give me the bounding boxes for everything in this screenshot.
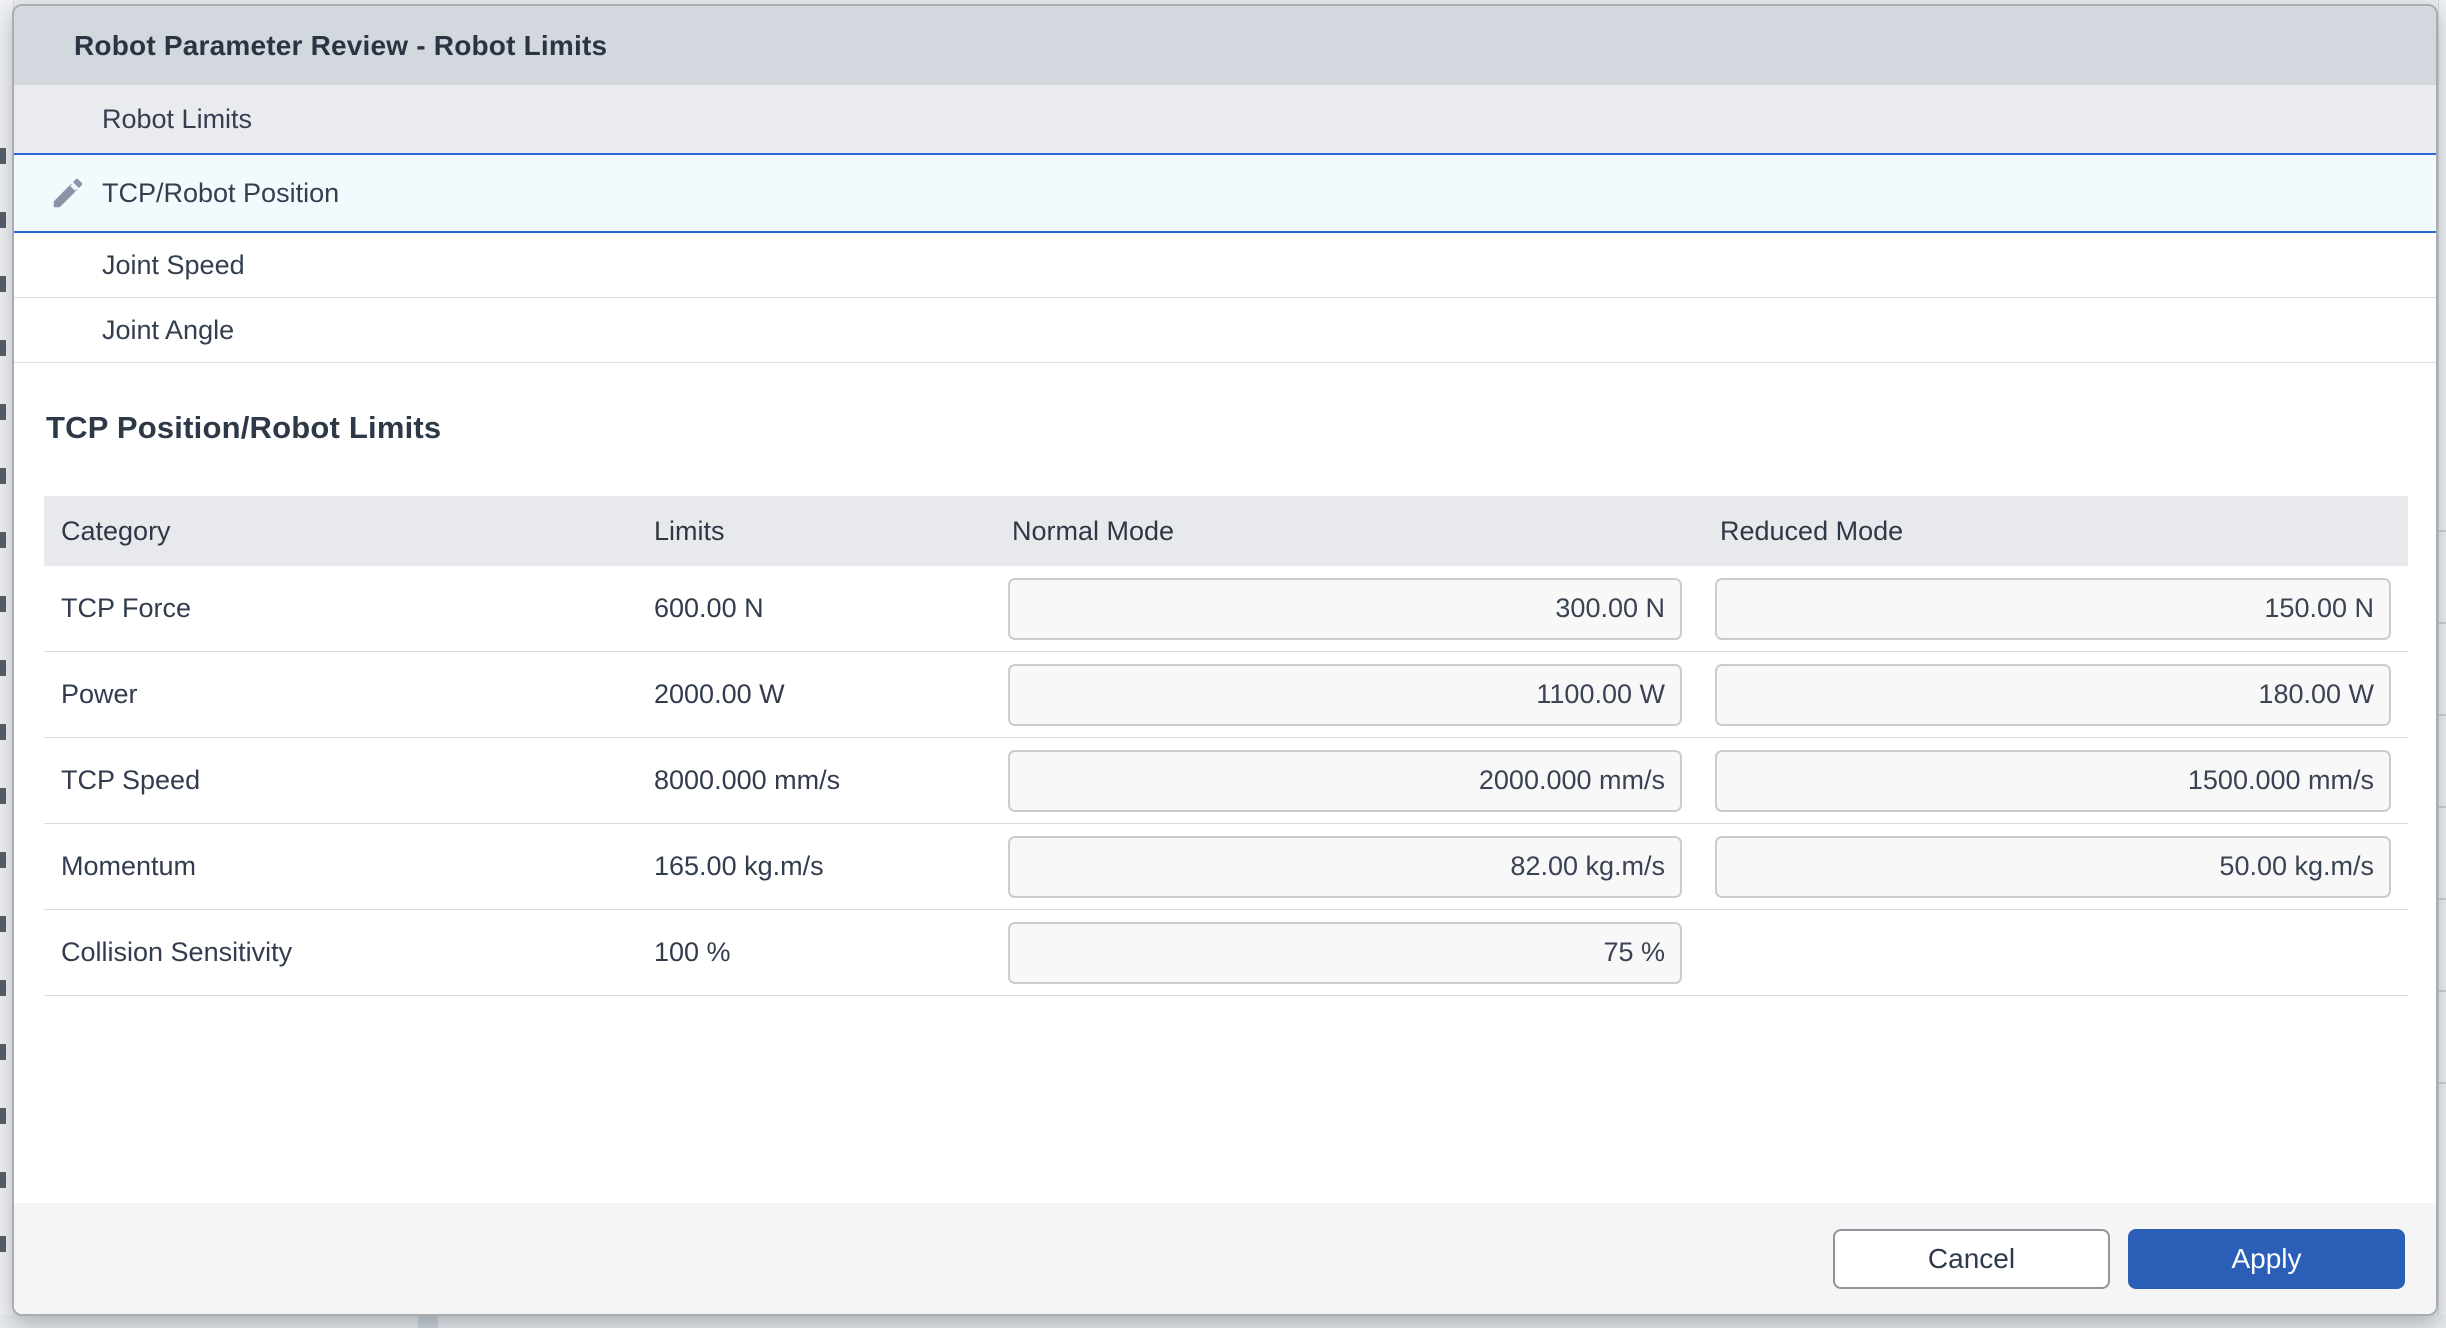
parameter-nav-list: Robot Limits TCP/Robot Position Joint Sp… bbox=[14, 85, 2436, 363]
section-heading: TCP Position/Robot Limits bbox=[46, 410, 441, 446]
category-label: TCP Speed bbox=[44, 765, 654, 796]
col-header-limits: Limits bbox=[654, 516, 1008, 547]
tcp-speed-normal-input[interactable] bbox=[1008, 750, 1682, 812]
limit-value: 2000.00 W bbox=[654, 679, 1008, 710]
occluded-background-bottom bbox=[0, 1315, 2446, 1328]
nav-item-joint-speed[interactable]: Joint Speed bbox=[14, 233, 2436, 298]
nav-item-label: Joint Speed bbox=[102, 250, 245, 281]
background-scrollbar-thumb[interactable] bbox=[418, 1316, 438, 1328]
occluded-background-text-fragments bbox=[0, 100, 6, 1280]
limit-value: 165.00 kg.m/s bbox=[654, 851, 1008, 882]
category-label: Momentum bbox=[44, 851, 654, 882]
category-label: Power bbox=[44, 679, 654, 710]
momentum-normal-input[interactable] bbox=[1008, 836, 1682, 898]
nav-item-robot-limits[interactable]: Robot Limits bbox=[14, 85, 2436, 153]
pencil-icon bbox=[48, 173, 88, 213]
table-row-power: Power 2000.00 W bbox=[44, 652, 2408, 738]
limits-table: Category Limits Normal Mode Reduced Mode… bbox=[44, 496, 2408, 996]
nav-item-label: Joint Angle bbox=[102, 315, 234, 346]
col-header-category: Category bbox=[44, 516, 654, 547]
table-row-collision-sensitivity: Collision Sensitivity 100 % bbox=[44, 910, 2408, 996]
category-label: TCP Force bbox=[44, 593, 654, 624]
nav-item-joint-angle[interactable]: Joint Angle bbox=[14, 298, 2436, 363]
dialog-footer: Cancel Apply bbox=[14, 1203, 2436, 1314]
tcp-speed-reduced-input[interactable] bbox=[1715, 750, 2391, 812]
limit-value: 8000.000 mm/s bbox=[654, 765, 1008, 796]
table-row-tcp-speed: TCP Speed 8000.000 mm/s bbox=[44, 738, 2408, 824]
table-row-momentum: Momentum 165.00 kg.m/s bbox=[44, 824, 2408, 910]
tcp-force-reduced-input[interactable] bbox=[1715, 578, 2391, 640]
col-header-reduced-mode: Reduced Mode bbox=[1715, 516, 2391, 547]
dialog-titlebar: Robot Parameter Review - Robot Limits bbox=[14, 6, 2436, 85]
limit-value: 600.00 N bbox=[654, 593, 1008, 624]
collision-sensitivity-normal-input[interactable] bbox=[1008, 922, 1682, 984]
apply-button[interactable]: Apply bbox=[2128, 1229, 2405, 1289]
nav-item-label: Robot Limits bbox=[102, 104, 252, 135]
table-row-tcp-force: TCP Force 600.00 N bbox=[44, 566, 2408, 652]
momentum-reduced-input[interactable] bbox=[1715, 836, 2391, 898]
power-reduced-input[interactable] bbox=[1715, 664, 2391, 726]
limit-value: 100 % bbox=[654, 937, 1008, 968]
robot-parameter-review-dialog: Robot Parameter Review - Robot Limits Ro… bbox=[12, 4, 2438, 1316]
occluded-background-right bbox=[2438, 0, 2446, 1328]
occluded-background-row-dividers bbox=[2438, 440, 2446, 1140]
dialog-title: Robot Parameter Review - Robot Limits bbox=[74, 30, 607, 62]
col-header-normal-mode: Normal Mode bbox=[1008, 516, 1682, 547]
nav-item-tcp-robot-position[interactable]: TCP/Robot Position bbox=[14, 153, 2436, 233]
nav-item-label: TCP/Robot Position bbox=[102, 178, 339, 209]
limits-table-header: Category Limits Normal Mode Reduced Mode bbox=[44, 496, 2408, 566]
category-label: Collision Sensitivity bbox=[44, 937, 654, 968]
power-normal-input[interactable] bbox=[1008, 664, 1682, 726]
tcp-force-normal-input[interactable] bbox=[1008, 578, 1682, 640]
cancel-button[interactable]: Cancel bbox=[1833, 1229, 2110, 1289]
